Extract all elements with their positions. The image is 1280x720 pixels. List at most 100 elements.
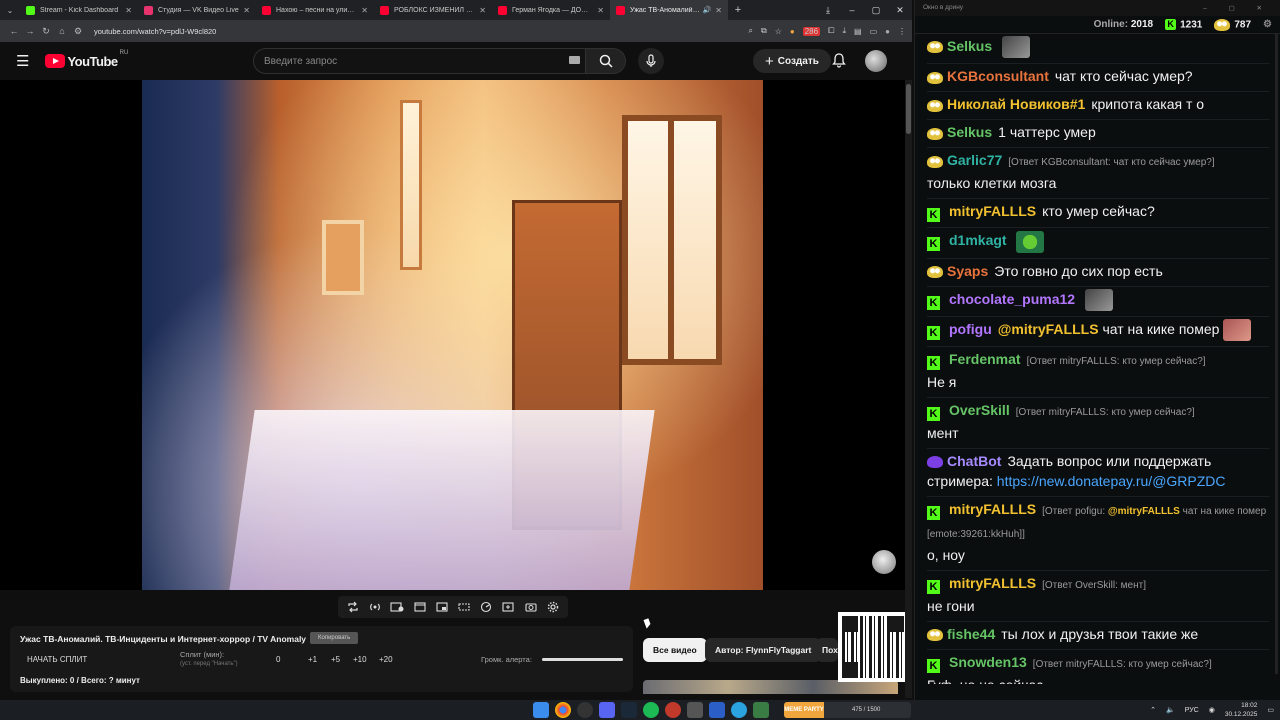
network-icon[interactable]: ◉ [1209,706,1215,714]
settings-icon[interactable]: ⚙ [1263,19,1272,30]
chat-reply-context[interactable]: [Ответ KGBconsultant: чат кто сейчас уме… [1008,157,1214,168]
chat-username[interactable]: Ferdenmat [949,351,1021,367]
app-green-icon[interactable] [753,702,769,718]
tab-media-icon[interactable]: ▭ [870,27,878,36]
increment-20-button[interactable]: +20 [379,655,393,664]
zoom-icon[interactable]: ⌕ [749,26,753,36]
chat-username[interactable]: d1mkagt [949,232,1007,248]
copy-button[interactable]: Копировать [310,632,359,644]
media-player-icon[interactable] [709,702,725,718]
chrome-icon[interactable] [555,702,571,718]
create-button[interactable]: + Создать [753,49,831,73]
voice-search-button[interactable] [638,48,664,74]
chat-username[interactable]: Selkus [947,38,992,54]
chat-username[interactable]: mitryFALLLS [949,501,1036,517]
extension-badge[interactable]: 286 [802,26,821,36]
tab-youtube-3[interactable]: Герман Ягодка — ДОМ 2 и альтернатива✕ [492,0,610,20]
chat-username[interactable]: ChatBot [947,453,1001,469]
chat-emote-image[interactable] [1223,319,1252,342]
chat-username[interactable]: Selkus [947,124,992,140]
notifications-bell-icon[interactable] [832,53,846,73]
tab-search-icon[interactable]: ⌄ [0,0,20,20]
home-icon[interactable]: ⌂ [54,26,70,36]
notifications-icon[interactable]: ▭ [1267,706,1274,714]
discord-icon[interactable] [599,702,615,718]
chat-username[interactable]: Syaps [947,263,988,279]
profile-icon[interactable]: ● [885,27,890,36]
back-icon[interactable]: ← [6,26,22,36]
film-icon[interactable] [412,599,428,615]
loop-icon[interactable] [345,599,361,615]
screenshot-camera-icon[interactable] [523,599,539,615]
chat-reply-context[interactable]: [Ответ mitryFALLLS: кто умер сейчас?] [1033,659,1212,670]
increment-5-button[interactable]: +5 [331,655,340,664]
watch-later-icon[interactable] [389,599,405,615]
split-value[interactable]: 0 [276,655,280,664]
steam-icon[interactable] [621,702,637,718]
app-gray-icon[interactable] [687,702,703,718]
url-field[interactable]: youtube.com/watch?v=pdlJ-W9cl820 [94,27,749,36]
bookmark-star-icon[interactable]: ☆ [775,27,782,36]
recommended-video-thumbnail[interactable] [643,680,898,694]
download-icon[interactable]: ⤓ [816,5,840,16]
chat-username[interactable]: OverSkill [949,402,1010,418]
speaker-icon[interactable]: 🔊 [703,6,712,14]
picture-in-picture-icon[interactable] [434,599,450,615]
chat-emote-image[interactable] [1002,36,1031,59]
site-info-icon[interactable]: ⚙ [70,26,86,37]
chat-username[interactable]: mitryFALLLS [949,203,1036,219]
chip-more[interactable]: Пох [816,638,838,662]
tab-youtube-active[interactable]: Ужас ТВ-Аномалий. ТВ-Инц🔊✕ [610,0,728,20]
chat-username[interactable]: Snowden13 [949,654,1027,670]
chat-username[interactable]: fishe44 [947,626,995,642]
maximize-button[interactable]: ▢ [864,5,888,16]
broadcast-icon[interactable] [367,599,383,615]
keyboard-icon[interactable] [569,56,580,64]
chat-reply-context[interactable]: [Ответ mitryFALLLS: кто умер сейчас?] [1027,356,1206,367]
obs-icon[interactable] [577,702,593,718]
search-input[interactable] [253,48,586,74]
chat-reply-context[interactable]: [Ответ mitryFALLLS: кто умер сейчас?] [1016,407,1195,418]
start-split-button[interactable]: НАЧАТЬ СПЛИТ [27,655,87,664]
close-tab-icon[interactable]: ✕ [715,6,722,15]
chat-emote-image[interactable] [1016,230,1045,253]
browser-menu-icon[interactable]: ⋮ [898,27,906,36]
close-tab-icon[interactable]: ✕ [479,6,486,15]
clock[interactable]: 18:02 30.12.2025 [1225,701,1258,719]
forward-icon[interactable]: → [22,26,38,36]
chat-username[interactable]: mitryFALLLS [949,575,1036,591]
alert-volume-slider[interactable] [542,658,623,661]
increment-10-button[interactable]: +10 [353,655,367,664]
chat-window-controls[interactable]: – ▢ ✕ [1203,4,1272,12]
chat-username[interactable]: Garlic77 [947,152,1002,168]
language-indicator[interactable]: РУС [1185,707,1199,714]
youtube-logo[interactable]: YouTube RU [45,50,128,69]
menu-icon[interactable]: ☰ [16,52,29,70]
close-tab-icon[interactable]: ✕ [243,6,250,15]
tray-chevron-icon[interactable]: ⌃ [1150,706,1156,714]
settings-gear-icon[interactable] [545,599,561,615]
media-widget[interactable]: MEME PARTY 475 / 1500 [784,702,911,718]
tab-vk-studio[interactable]: Студия — VK Видео Live ✕ [138,0,256,20]
extensions-puzzle-icon[interactable]: ⧠ [828,26,834,36]
extension-orange-icon[interactable]: ● [790,27,795,36]
new-tab-button[interactable]: + [728,4,748,16]
close-tab-icon[interactable]: ✕ [125,6,132,15]
cinema-mode-icon[interactable] [456,599,472,615]
page-scrollbar[interactable] [905,80,912,698]
search-button[interactable] [586,48,626,74]
close-tab-icon[interactable]: ✕ [361,6,368,15]
tab-kick-dashboard[interactable]: Stream - Kick Dashboard ✕ [20,0,138,20]
tab-youtube-2[interactable]: РОБЛОКС ИЗМЕНИЛ ВСЮ МОЮ✕ [374,0,492,20]
volume-icon[interactable]: 🔈 [1166,706,1175,714]
downloads-icon[interactable]: ⤓ [842,26,846,36]
channel-watermark[interactable] [872,550,896,574]
close-tab-icon[interactable]: ✕ [597,6,604,15]
increment-1-button[interactable]: +1 [308,655,317,664]
video-player[interactable] [0,80,905,590]
chip-all-videos[interactable]: Все видео [643,638,707,662]
speed-gauge-icon[interactable] [478,599,494,615]
reload-icon[interactable]: ↻ [38,26,54,37]
spotify-icon[interactable] [643,702,659,718]
chat-username[interactable]: chocolate_puma12 [949,291,1075,307]
